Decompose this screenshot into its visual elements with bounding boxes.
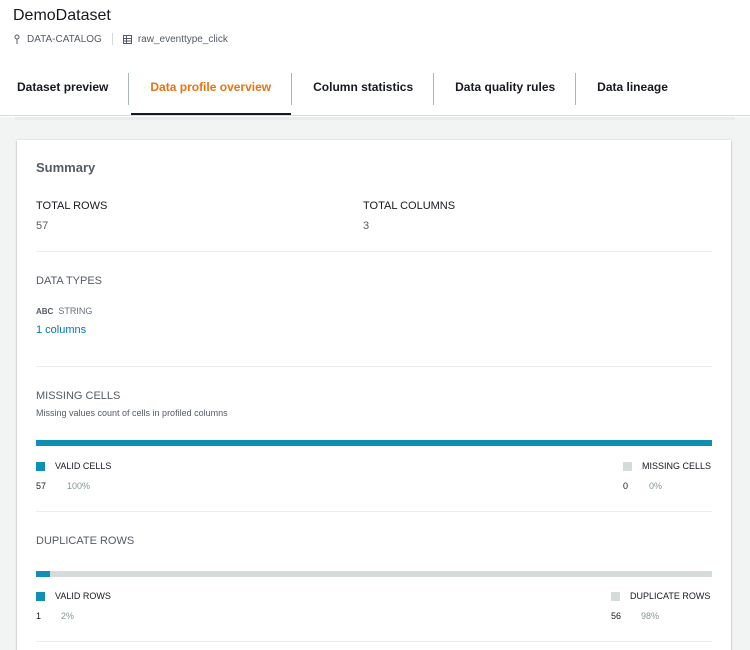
tab-column-statistics[interactable]: Column statistics [292,70,433,116]
missing-cells-count: 0 [623,481,629,491]
valid-cells-fill [36,440,712,446]
tab-data-profile-overview[interactable]: Data profile overview [131,70,291,116]
meta-divider [111,33,113,45]
data-type-name: STRING [58,306,93,316]
profile-card: Summary TOTAL ROWS 57 TOTAL COLUMNS 3 DA… [17,140,731,650]
section-divider [36,251,712,252]
valid-rows-swatch [36,591,45,601]
table-name: raw_eventtype_click [137,33,228,45]
missing-cells-bar [36,440,712,446]
section-divider [36,641,712,642]
duplicate-rows-label: DUPLICATE ROWS [630,591,711,601]
missing-cells-heading: MISSING CELLS [36,390,121,402]
duplicate-rows-pct: 98% [641,611,660,621]
valid-rows-legend: VALID ROWS [36,591,111,601]
section-divider [36,511,712,512]
columns-link[interactable]: 1 columns [36,324,86,336]
valid-rows-label: VALID ROWS [55,591,111,601]
valid-cells-label: VALID CELLS [55,461,112,471]
valid-rows-fill [36,571,50,577]
section-divider [36,366,712,367]
duplicate-rows-heading: DUPLICATE ROWS [36,535,135,547]
valid-cells-count: 57 [36,481,47,491]
tab-label: Data profile overview [150,80,272,94]
valid-cells-legend: VALID CELLS [36,461,111,471]
missing-cells-label: MISSING CELLS [642,461,712,471]
missing-cells-pct: 0% [649,481,663,491]
tab-label: Data lineage [597,80,668,94]
missing-cells-legend: MISSING CELLS [623,461,711,471]
tab-data-lineage[interactable]: Data lineage [576,70,688,116]
tab-label: Column statistics [313,80,414,94]
valid-rows-pct: 2% [61,611,75,621]
table-icon [122,34,132,44]
missing-cells-swatch [623,461,632,471]
data-types-heading: DATA TYPES [36,275,103,287]
total-rows-value: 57 [36,220,49,232]
summary-heading: Summary [36,160,96,175]
tab-bar: Dataset preview Data profile overview Co… [0,70,750,116]
tab-dataset-preview[interactable]: Dataset preview [0,70,128,116]
duplicate-rows-count: 56 [611,611,622,621]
missing-cells-description: Missing values count of cells in profile… [36,408,228,418]
dataset-title: DemoDataset [13,7,111,24]
total-rows-label: TOTAL ROWS [36,200,108,212]
tab-label: Data quality rules [455,80,556,94]
total-columns-label: TOTAL COLUMNS [363,200,456,212]
tab-data-quality-rules[interactable]: Data quality rules [434,70,575,116]
catalog-name: DATA-CATALOG [27,33,102,45]
valid-cells-pct: 100% [67,481,91,491]
dataset-header: DemoDataset DATA-CATALOG raw_eventtype_c… [0,0,750,117]
pin-icon [14,34,20,44]
total-columns-value: 3 [363,220,370,232]
table-item: raw_eventtype_click [122,33,228,45]
duplicate-rows-bar [36,571,712,577]
dataset-meta: DATA-CATALOG raw_eventtype_click [13,32,228,46]
catalog-item: DATA-CATALOG [13,34,102,45]
duplicate-rows-swatch [611,591,620,601]
tab-label: Dataset preview [17,80,109,94]
tab-divider [128,73,130,105]
valid-cells-swatch [36,461,45,471]
data-type-row: ABC STRING [36,306,92,316]
scroll-band [15,117,735,120]
string-type-icon: ABC [36,306,54,316]
valid-rows-count: 1 [36,611,42,621]
duplicate-rows-legend: DUPLICATE ROWS [611,591,710,601]
